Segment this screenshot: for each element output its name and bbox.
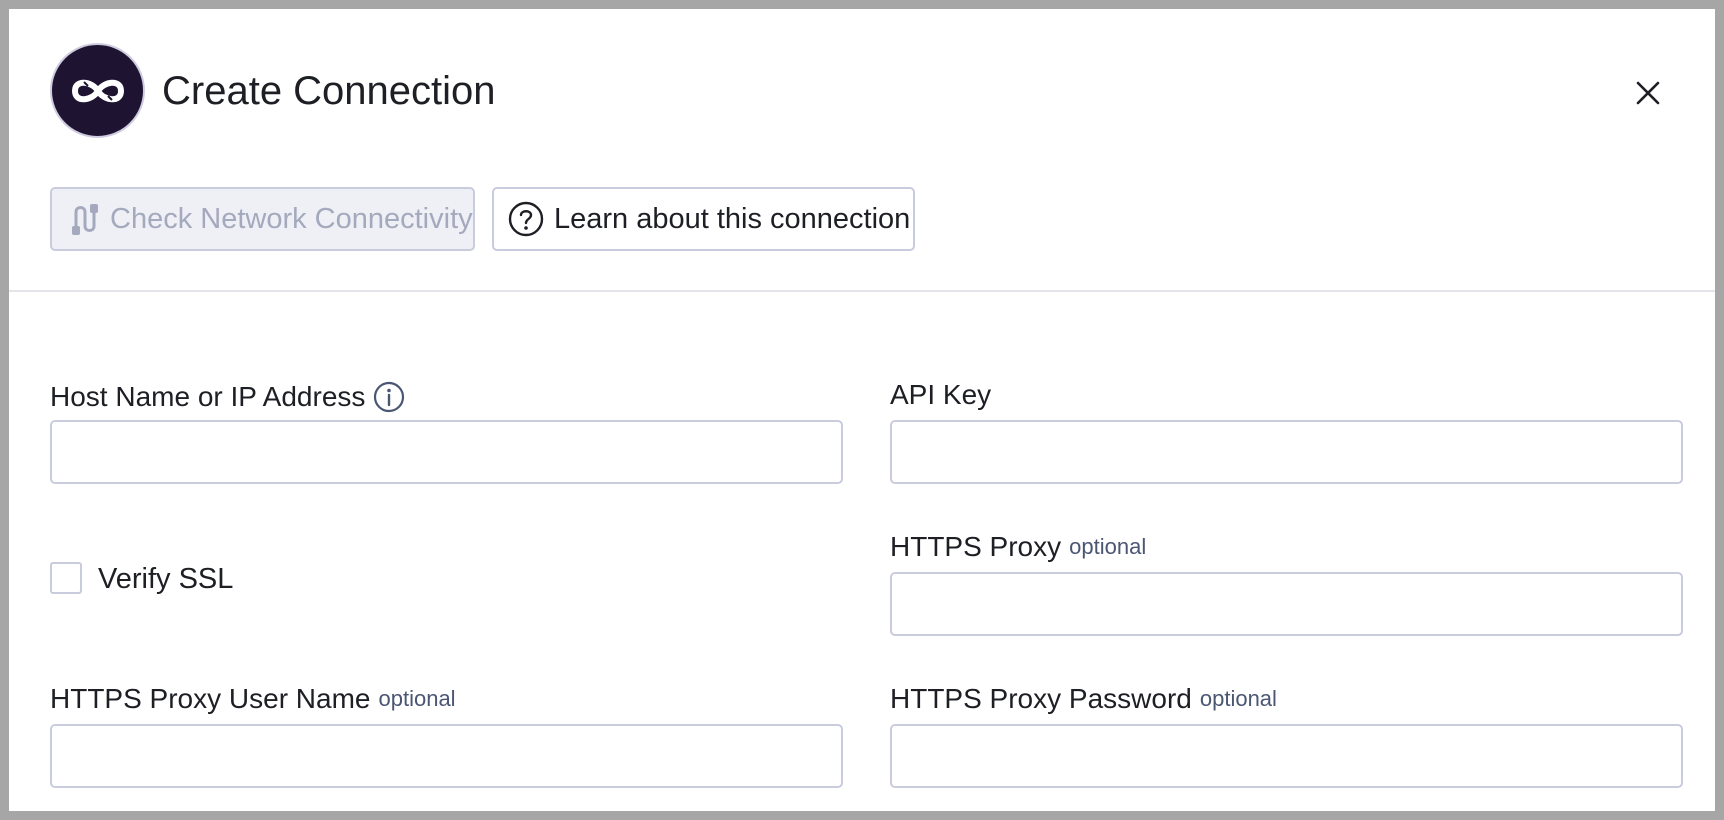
https-proxy-label-text: HTTPS Proxy [890, 531, 1062, 562]
optional-tag: optional [378, 686, 456, 711]
optional-tag: optional [1199, 686, 1277, 711]
https-proxy-password-input[interactable] [890, 724, 1683, 788]
api-key-label: API Key [890, 381, 991, 409]
https-proxy-user-name-label-text: HTTPS Proxy User Name [50, 683, 371, 714]
question-circle-icon [508, 201, 544, 237]
learn-about-connection-label: Learn about this connection [554, 202, 911, 235]
host-name-label: Host Name or IP Address [50, 381, 405, 413]
page-title: Create Connection [162, 69, 496, 113]
check-network-connectivity-button[interactable]: Check Network Connectivity [50, 187, 475, 251]
infinity-logo-icon [50, 43, 145, 138]
api-key-input[interactable] [890, 420, 1683, 484]
host-name-label-text: Host Name or IP Address [50, 381, 366, 412]
https-proxy-input[interactable] [890, 572, 1683, 636]
learn-about-connection-button[interactable]: Learn about this connection [492, 187, 915, 251]
api-key-label-text: API Key [890, 379, 992, 410]
check-network-connectivity-label: Check Network Connectivity [110, 202, 473, 235]
https-proxy-user-name-input[interactable] [50, 724, 843, 788]
create-connection-dialog: Create Connection Check Network Connecti… [9, 9, 1715, 811]
plug-icon [70, 202, 100, 236]
https-proxy-password-label-text: HTTPS Proxy Password [890, 683, 1192, 714]
https-proxy-password-label: HTTPS Proxy Password optional [890, 685, 1277, 713]
optional-tag: optional [1069, 534, 1147, 559]
https-proxy-user-name-label: HTTPS Proxy User Name optional [50, 685, 456, 713]
header-divider [9, 290, 1715, 292]
close-button[interactable] [1630, 75, 1666, 111]
verify-ssl-checkbox[interactable] [50, 562, 82, 594]
verify-ssl-label: Verify SSL [98, 563, 234, 595]
info-icon[interactable] [373, 381, 405, 413]
https-proxy-label: HTTPS Proxy optional [890, 533, 1146, 561]
host-name-input[interactable] [50, 420, 843, 484]
close-icon [1636, 81, 1660, 105]
